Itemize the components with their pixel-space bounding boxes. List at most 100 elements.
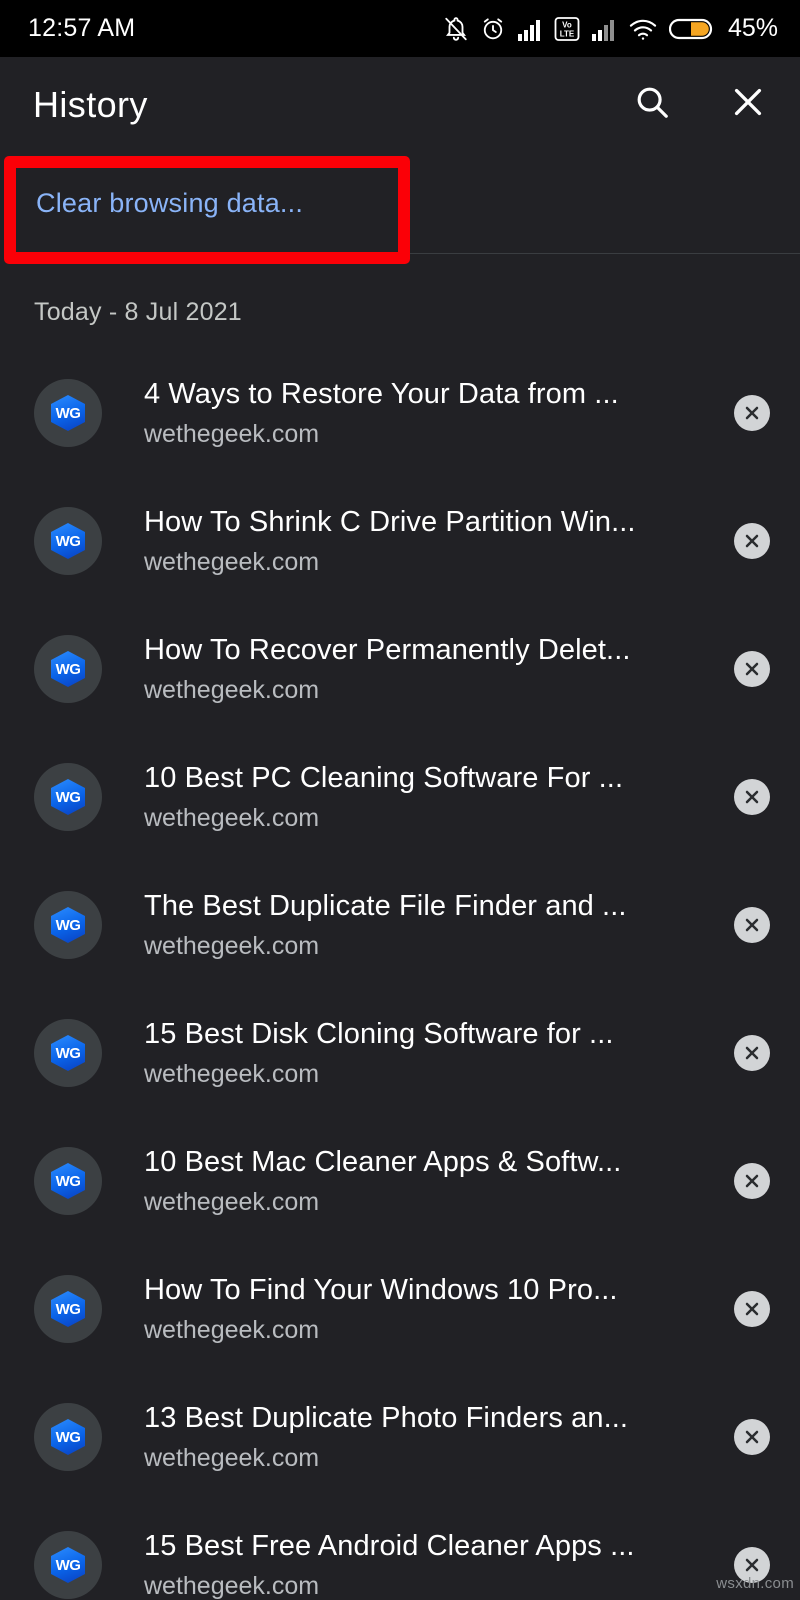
search-button[interactable]	[630, 83, 674, 127]
list-item-url: wethegeek.com	[144, 1572, 320, 1600]
date-group-header: Today - 8 Jul 2021	[34, 298, 242, 326]
list-item[interactable]: WG How To Find Your Windows 10 Pro... we…	[0, 1245, 800, 1373]
list-item-title: The Best Duplicate File Finder and ...	[144, 889, 627, 922]
favicon-label: WG	[55, 660, 81, 678]
clear-browsing-data-row[interactable]: Clear browsing data...	[0, 152, 800, 254]
favicon-label: WG	[55, 1556, 81, 1574]
status-bar-clock: 12:57 AM	[28, 14, 136, 42]
battery-percent-label: 45%	[727, 14, 778, 42]
close-button[interactable]	[726, 83, 770, 127]
favicon: WG	[34, 1147, 102, 1215]
list-item-url: wethegeek.com	[144, 420, 320, 449]
list-item[interactable]: WG The Best Duplicate File Finder and ..…	[0, 861, 800, 989]
list-item[interactable]: WG How To Recover Permanently Delet... w…	[0, 605, 800, 733]
favicon-label: WG	[55, 788, 81, 806]
remove-history-entry-button[interactable]	[734, 1547, 770, 1583]
page-title: History	[33, 83, 148, 125]
favicon-label: WG	[55, 916, 81, 934]
remove-history-entry-button[interactable]	[734, 651, 770, 687]
favicon-label: WG	[55, 1428, 81, 1446]
favicon: WG	[34, 635, 102, 703]
remove-history-entry-button[interactable]	[734, 1035, 770, 1071]
list-item-url: wethegeek.com	[144, 1444, 320, 1473]
list-item-url: wethegeek.com	[144, 932, 320, 961]
battery-icon	[668, 16, 713, 42]
list-item-url: wethegeek.com	[144, 676, 320, 705]
close-circle-icon	[742, 1171, 762, 1191]
remove-history-entry-button[interactable]	[734, 395, 770, 431]
favicon: WG	[34, 1531, 102, 1599]
status-bar: 12:57 AM Vo LTE 45%	[0, 0, 800, 57]
clear-browsing-data-link[interactable]: Clear browsing data...	[36, 188, 303, 219]
status-bar-icons: Vo LTE 45%	[443, 14, 778, 43]
list-item[interactable]: WG 4 Ways to Restore Your Data from ... …	[0, 349, 800, 477]
app-bar: History	[0, 57, 800, 152]
list-item-text: How To Recover Permanently Delet... weth…	[144, 633, 734, 705]
list-item-text: 13 Best Duplicate Photo Finders an... we…	[144, 1401, 734, 1473]
list-item-title: 10 Best Mac Cleaner Apps & Softw...	[144, 1145, 622, 1178]
list-item-title: How To Shrink C Drive Partition Win...	[144, 505, 636, 538]
list-item-text: 15 Best Disk Cloning Software for ... we…	[144, 1017, 734, 1089]
volte-badge-icon: Vo LTE	[554, 16, 580, 42]
close-circle-icon	[742, 1555, 762, 1575]
list-item-url: wethegeek.com	[144, 548, 320, 577]
close-circle-icon	[742, 1043, 762, 1063]
list-item[interactable]: WG 15 Best Free Android Cleaner Apps ...…	[0, 1501, 800, 1600]
list-item[interactable]: WG 10 Best PC Cleaning Software For ... …	[0, 733, 800, 861]
list-item-title: 10 Best PC Cleaning Software For ...	[144, 761, 624, 794]
close-circle-icon	[742, 531, 762, 551]
remove-history-entry-button[interactable]	[734, 907, 770, 943]
favicon: WG	[34, 1403, 102, 1471]
remove-history-entry-button[interactable]	[734, 779, 770, 815]
svg-text:LTE: LTE	[560, 29, 575, 38]
favicon-label: WG	[55, 404, 81, 422]
list-item-title: 13 Best Duplicate Photo Finders an...	[144, 1401, 629, 1434]
list-item-text: 10 Best Mac Cleaner Apps & Softw... weth…	[144, 1145, 734, 1217]
close-circle-icon	[742, 1427, 762, 1447]
list-item-title: 15 Best Disk Cloning Software for ...	[144, 1017, 614, 1050]
favicon-label: WG	[55, 1172, 81, 1190]
svg-text:Vo: Vo	[562, 20, 572, 29]
list-item-text: 4 Ways to Restore Your Data from ... wet…	[144, 377, 734, 449]
favicon: WG	[34, 1019, 102, 1087]
favicon: WG	[34, 891, 102, 959]
list-item[interactable]: WG How To Shrink C Drive Partition Win..…	[0, 477, 800, 605]
history-list: WG 4 Ways to Restore Your Data from ... …	[0, 327, 800, 1600]
close-icon	[729, 83, 767, 126]
list-item-text: How To Shrink C Drive Partition Win... w…	[144, 505, 734, 577]
list-item-url: wethegeek.com	[144, 804, 320, 833]
notifications-off-icon	[443, 15, 469, 43]
close-circle-icon	[742, 403, 762, 423]
favicon: WG	[34, 1275, 102, 1343]
list-item[interactable]: WG 15 Best Disk Cloning Software for ...…	[0, 989, 800, 1117]
list-item-title: 4 Ways to Restore Your Data from ...	[144, 377, 619, 410]
favicon: WG	[34, 763, 102, 831]
remove-history-entry-button[interactable]	[734, 1419, 770, 1455]
list-item[interactable]: WG 10 Best Mac Cleaner Apps & Softw... w…	[0, 1117, 800, 1245]
favicon: WG	[34, 507, 102, 575]
wifi-icon	[628, 16, 658, 42]
section-divider	[408, 253, 800, 254]
alarm-icon	[480, 15, 506, 43]
remove-history-entry-button[interactable]	[734, 523, 770, 559]
close-circle-icon	[742, 1299, 762, 1319]
list-item-text: How To Find Your Windows 10 Pro... wethe…	[144, 1273, 734, 1345]
list-item-url: wethegeek.com	[144, 1188, 320, 1217]
favicon-label: WG	[55, 1300, 81, 1318]
remove-history-entry-button[interactable]	[734, 1291, 770, 1327]
list-item-text: 10 Best PC Cleaning Software For ... wet…	[144, 761, 734, 833]
signal-bars-secondary-icon	[591, 16, 617, 42]
list-item-text: 15 Best Free Android Cleaner Apps ... we…	[144, 1529, 734, 1600]
list-item-title: How To Find Your Windows 10 Pro...	[144, 1273, 618, 1306]
close-circle-icon	[742, 787, 762, 807]
list-item-text: The Best Duplicate File Finder and ... w…	[144, 889, 734, 961]
favicon-label: WG	[55, 532, 81, 550]
list-item-url: wethegeek.com	[144, 1060, 320, 1089]
close-circle-icon	[742, 915, 762, 935]
search-icon	[633, 83, 671, 126]
list-item[interactable]: WG 13 Best Duplicate Photo Finders an...…	[0, 1373, 800, 1501]
remove-history-entry-button[interactable]	[734, 1163, 770, 1199]
list-item-url: wethegeek.com	[144, 1316, 320, 1345]
list-item-title: 15 Best Free Android Cleaner Apps ...	[144, 1529, 635, 1562]
phone-screen: 12:57 AM Vo LTE 45% History Clear browsi…	[0, 0, 800, 1600]
